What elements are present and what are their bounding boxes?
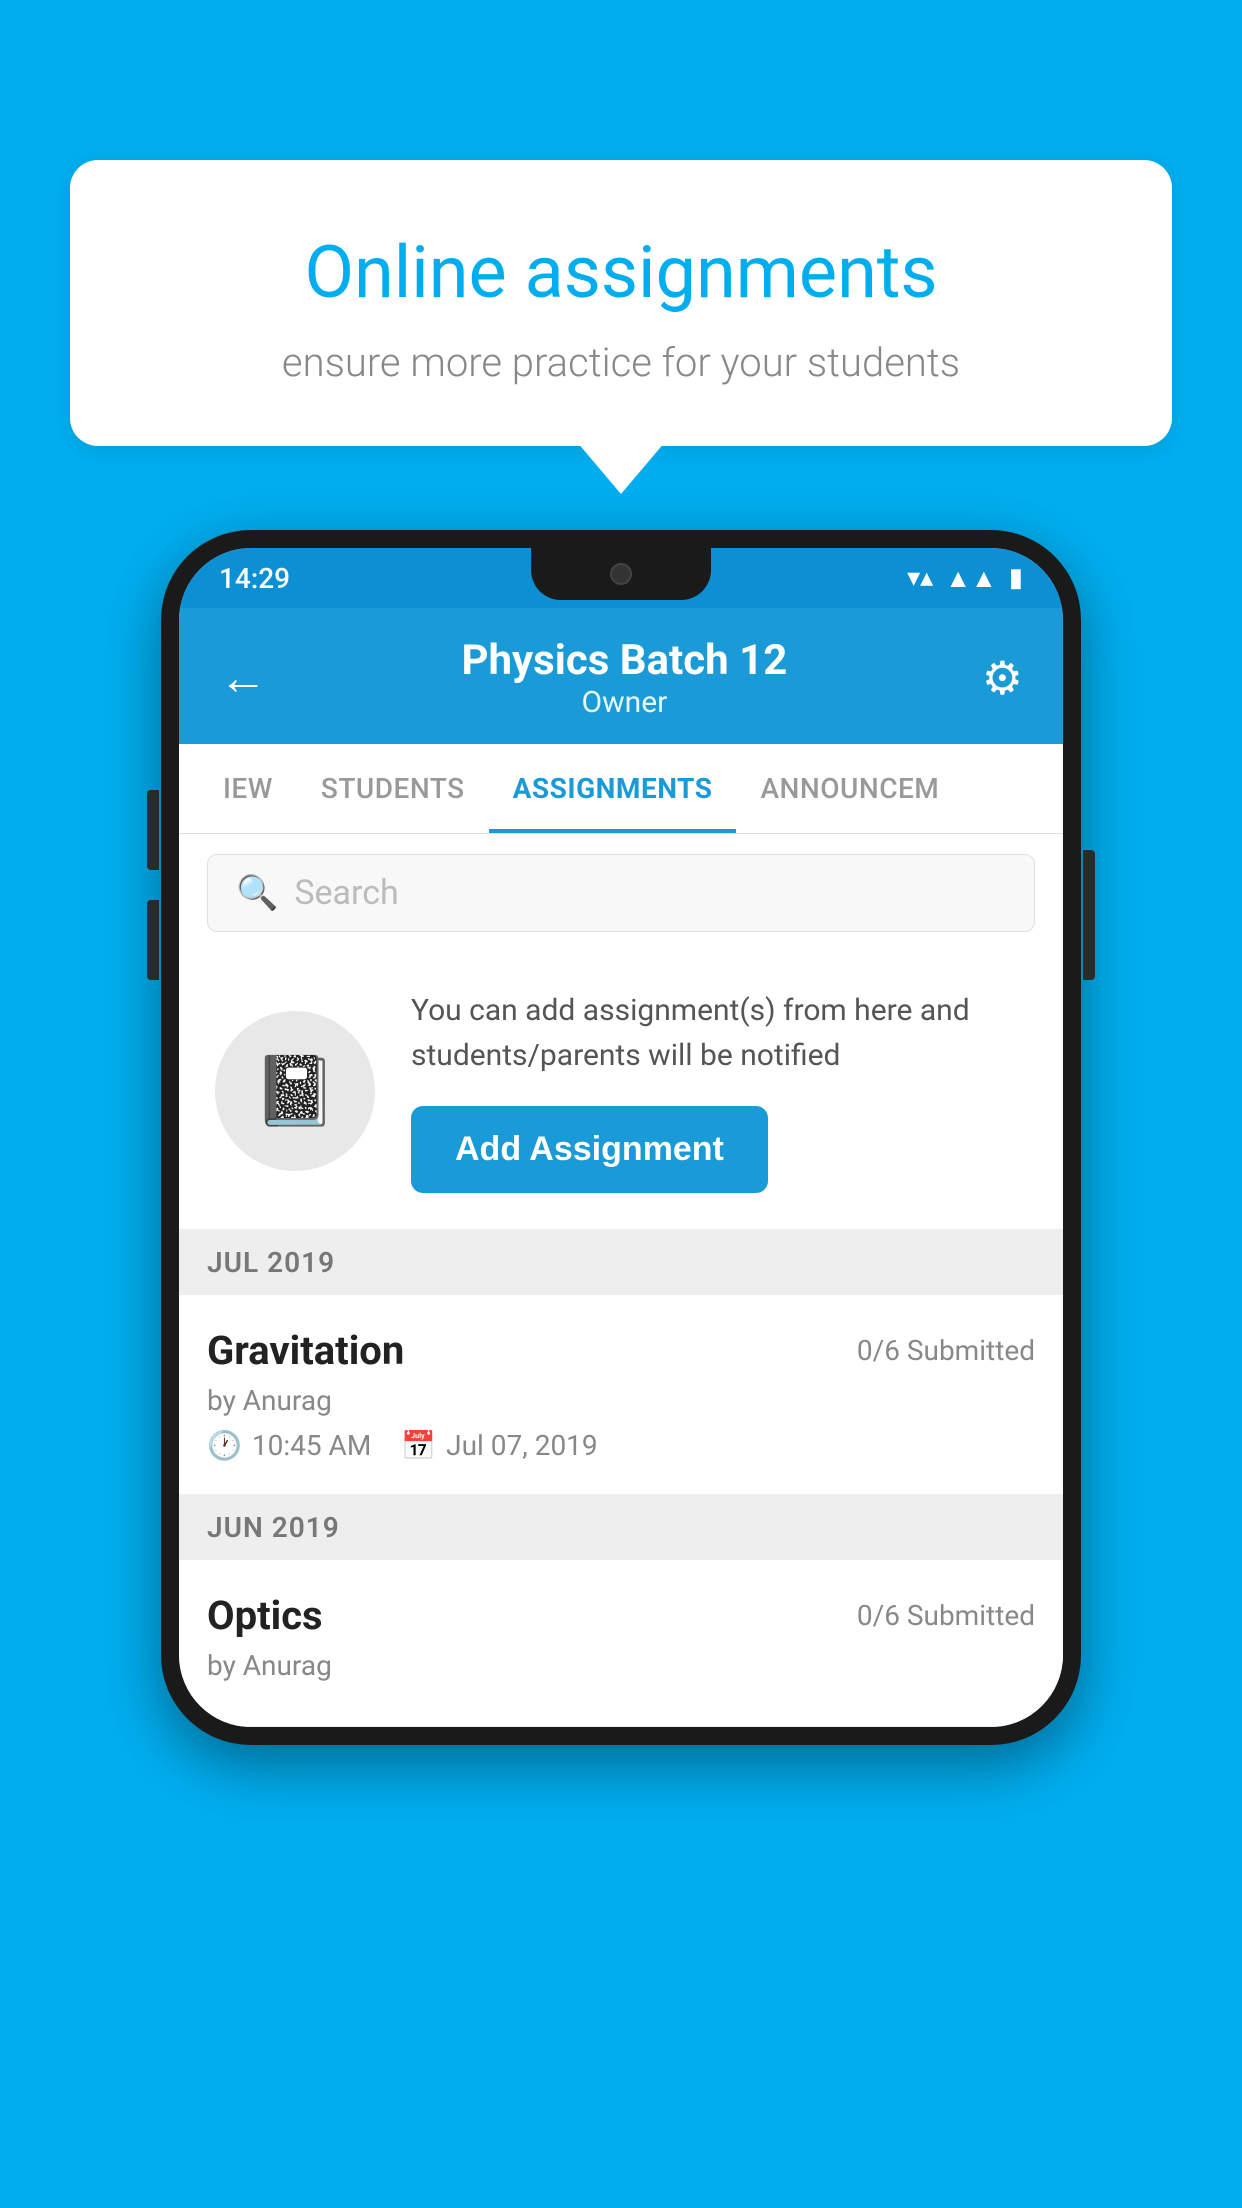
tab-students[interactable]: STUDENTS (297, 744, 489, 833)
optics-name: Optics (207, 1592, 323, 1639)
volume-down-button (147, 900, 159, 980)
batch-title: Physics Batch 12 (461, 636, 787, 685)
optics-row1: Optics 0/6 Submitted (207, 1592, 1035, 1639)
status-time: 14:29 (219, 562, 290, 595)
back-button[interactable]: ← (219, 654, 267, 702)
phone-mockup: 14:29 ▾▴ ▲▲ ▮ ← Physics Batch 12 Owner ⚙ (161, 530, 1081, 1745)
assignment-name-gravitation: Gravitation (207, 1327, 404, 1374)
signal-icon: ▲▲ (945, 563, 996, 594)
calendar-icon: 📅 (401, 1429, 436, 1462)
section-jul-2019: JUL 2019 (179, 1230, 1063, 1295)
bubble-subtitle: ensure more practice for your students (150, 339, 1092, 386)
assignment-gravitation[interactable]: Gravitation 0/6 Submitted by Anurag 🕐 10… (179, 1295, 1063, 1495)
info-description: You can add assignment(s) from here and … (411, 988, 1027, 1078)
app-header: ← Physics Batch 12 Owner ⚙ (179, 608, 1063, 744)
gravitation-submitted: 0/6 Submitted (857, 1334, 1035, 1367)
tab-announcements[interactable]: ANNOUNCEM (736, 744, 963, 833)
bubble-title: Online assignments (150, 230, 1092, 315)
section-jun-2019: JUN 2019 (179, 1495, 1063, 1560)
speech-bubble: Online assignments ensure more practice … (70, 160, 1172, 446)
front-camera (610, 563, 632, 585)
header-center: Physics Batch 12 Owner (461, 636, 787, 720)
battery-icon: ▮ (1009, 563, 1023, 593)
assignment-row1: Gravitation 0/6 Submitted (207, 1327, 1035, 1374)
phone-outer: 14:29 ▾▴ ▲▲ ▮ ← Physics Batch 12 Owner ⚙ (161, 530, 1081, 1745)
add-assignment-button[interactable]: Add Assignment (411, 1106, 768, 1193)
power-button (1083, 850, 1095, 980)
section-jun-label: JUN 2019 (207, 1511, 340, 1544)
assignment-optics[interactable]: Optics 0/6 Submitted by Anurag (179, 1560, 1063, 1727)
info-text-block: You can add assignment(s) from here and … (411, 988, 1027, 1193)
settings-icon[interactable]: ⚙ (982, 651, 1023, 706)
tab-iew[interactable]: IEW (199, 744, 297, 833)
phone-notch (531, 548, 711, 600)
search-placeholder: Search (294, 873, 398, 913)
gravitation-date-text: Jul 07, 2019 (446, 1429, 598, 1462)
status-icons: ▾▴ ▲▲ ▮ (907, 563, 1023, 594)
speech-bubble-section: Online assignments ensure more practice … (70, 160, 1172, 446)
gravitation-date: 📅 Jul 07, 2019 (401, 1429, 597, 1462)
phone-screen: 14:29 ▾▴ ▲▲ ▮ ← Physics Batch 12 Owner ⚙ (179, 548, 1063, 1727)
search-input-wrap[interactable]: 🔍 Search (207, 854, 1035, 932)
gravitation-meta: 🕐 10:45 AM 📅 Jul 07, 2019 (207, 1429, 1035, 1462)
clock-icon: 🕐 (207, 1429, 242, 1462)
gravitation-by: by Anurag (207, 1384, 1035, 1417)
tab-assignments[interactable]: ASSIGNMENTS (489, 744, 737, 833)
notebook-icon: 📓 (253, 1051, 338, 1131)
optics-by: by Anurag (207, 1649, 1035, 1682)
owner-label: Owner (461, 685, 787, 720)
gravitation-time: 🕐 10:45 AM (207, 1429, 371, 1462)
wifi-icon: ▾▴ (907, 563, 933, 593)
gravitation-time-text: 10:45 AM (252, 1429, 371, 1462)
search-icon: 🔍 (236, 873, 278, 913)
tab-bar: IEW STUDENTS ASSIGNMENTS ANNOUNCEM (179, 744, 1063, 834)
search-container: 🔍 Search (179, 834, 1063, 952)
optics-submitted: 0/6 Submitted (857, 1599, 1035, 1632)
assignment-icon-circle: 📓 (215, 1011, 375, 1171)
section-jul-label: JUL 2019 (207, 1246, 335, 1279)
info-card: 📓 You can add assignment(s) from here an… (179, 952, 1063, 1230)
volume-up-button (147, 790, 159, 870)
